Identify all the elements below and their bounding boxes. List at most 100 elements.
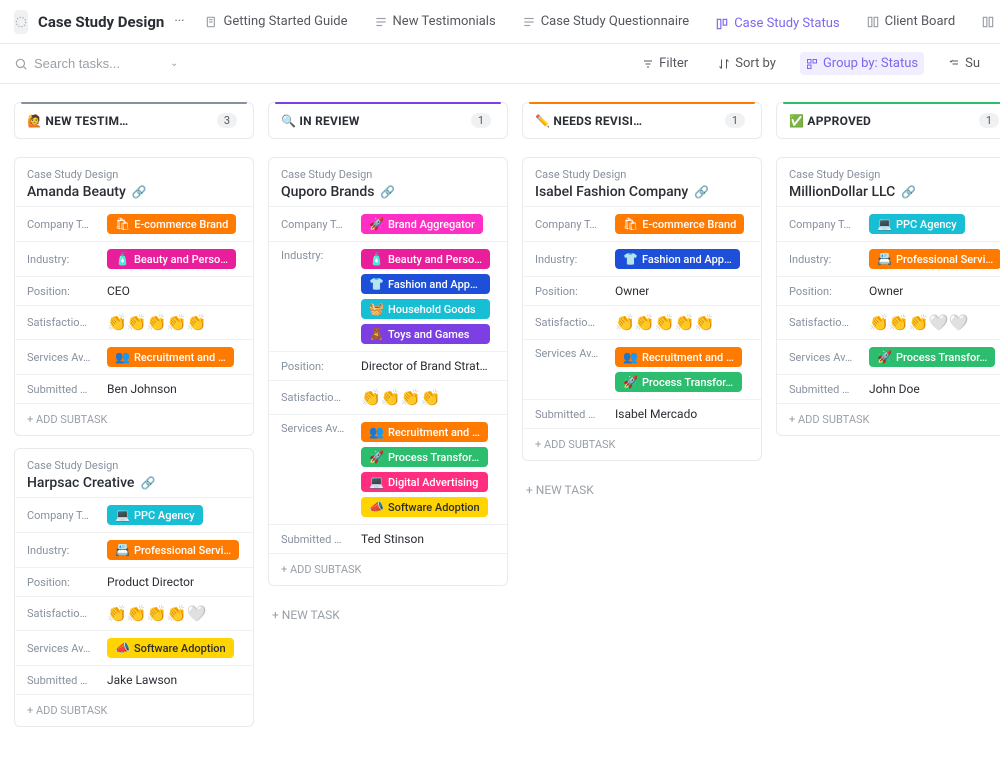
groupby-button[interactable]: Group by: Status <box>800 52 924 75</box>
field-row: Satisfactio…👏👏👏👏 <box>269 380 507 414</box>
tab-board[interactable]: Board <box>977 8 1000 35</box>
field-label: Industry: <box>27 253 97 266</box>
subtasks-button[interactable]: Su <box>942 52 986 75</box>
column-header[interactable]: ✏️ NEEDS REVISI…1 <box>522 102 762 139</box>
tag-recruitment[interactable]: 👥Recruitment and … <box>615 347 742 367</box>
tab-case-study-status[interactable]: Case Study Status <box>711 8 843 44</box>
column-header[interactable]: 🙋 NEW TESTIM…3 <box>14 102 254 139</box>
field-row: Company T… 🚀Brand Aggregator <box>269 206 507 241</box>
field-label: Satisfactio… <box>27 316 97 329</box>
add-subtask-button[interactable]: + ADD SUBTASK <box>523 428 761 460</box>
task-card[interactable]: Case Study DesignIsabel Fashion Company … <box>522 157 762 461</box>
field-value: Director of Brand Strat… <box>361 359 488 373</box>
search-icon <box>14 57 28 71</box>
field-row: Position:CEO <box>15 276 253 305</box>
field-label: Submitted … <box>27 674 97 687</box>
tag-emoji: 🚀 <box>623 375 638 389</box>
tag-process[interactable]: 🚀Process Transfor… <box>615 372 742 392</box>
tag-recruitment[interactable]: 👥Recruitment and … <box>107 347 234 367</box>
tag-process[interactable]: 🚀Process Transfor… <box>361 447 488 467</box>
field-label: Industry: <box>535 253 605 266</box>
tag-emoji: 📣 <box>115 641 130 655</box>
field-label: Company T… <box>789 218 859 231</box>
tag-ppc[interactable]: 💻PPC Agency <box>107 505 203 525</box>
tag-household[interactable]: 🧺Household Goods <box>361 299 490 319</box>
app-icon[interactable] <box>14 10 28 34</box>
field-row: Services Av…🚀Process Transfor… <box>777 339 1000 374</box>
title-more-icon[interactable]: ··· <box>174 14 184 29</box>
tag-recruitment[interactable]: 👥Recruitment and … <box>361 422 488 442</box>
field-label: Satisfactio… <box>281 391 351 404</box>
new-task-button[interactable]: + NEW TASK <box>268 598 508 632</box>
task-card[interactable]: Case Study DesignHarpsac Creative 🔗Compa… <box>14 448 254 727</box>
field-label: Satisfactio… <box>27 607 97 620</box>
add-subtask-button[interactable]: + ADD SUBTASK <box>15 403 253 435</box>
tag-emoji: 👥 <box>623 350 638 364</box>
column-title: 🔍 IN REVIEW <box>281 114 360 128</box>
card-title: Isabel Fashion Company 🔗 <box>535 184 749 200</box>
column: ✏️ NEEDS REVISI…1 Case Study DesignIsabel… <box>522 102 762 507</box>
field-label: Submitted … <box>27 383 97 396</box>
tab-client-board[interactable]: Client Board <box>862 8 960 35</box>
column-header[interactable]: 🔍 IN REVIEW1 <box>268 102 508 139</box>
add-subtask-button[interactable]: + ADD SUBTASK <box>269 553 507 585</box>
satisfaction-rating: 👏👏👏🤍🤍 <box>869 313 969 332</box>
tag-beauty[interactable]: 🧴Beauty and Perso… <box>107 249 236 269</box>
field-row: Industry: 🧴Beauty and Perso… 👕Fashion and … <box>269 241 507 351</box>
tag-software[interactable]: 📣Software Adoption <box>107 638 234 658</box>
sortby-button[interactable]: Sort by <box>712 52 782 75</box>
column-header[interactable]: ✅ APPROVED1 <box>776 102 1000 139</box>
tab-getting-started-guide[interactable]: Getting Started Guide <box>201 8 352 35</box>
tag-ecommerce[interactable]: 🛍E-commerce Brand <box>615 214 744 234</box>
tag-prof_serv[interactable]: 📇Professional Servi… <box>107 540 239 560</box>
search-input[interactable] <box>34 56 164 71</box>
tab-case-study-questionnaire[interactable]: Case Study Questionnaire <box>518 8 694 35</box>
tag-toys[interactable]: 🧸Toys and Games <box>361 324 490 344</box>
field-row: Satisfactio…👏👏👏👏🤍 <box>15 596 253 630</box>
tab-new-testimonials[interactable]: New Testimonials <box>370 8 500 35</box>
task-card[interactable]: Case Study DesignAmanda Beauty 🔗Company … <box>14 157 254 436</box>
task-card[interactable]: Case Study DesignQuporo Brands 🔗Company … <box>268 157 508 586</box>
field-value: CEO <box>107 284 130 298</box>
attachment-icon[interactable]: 🔗 <box>694 185 709 199</box>
tag-prof_serv[interactable]: 📇Professional Servi… <box>869 249 1000 269</box>
new-task-button[interactable]: + NEW TASK <box>522 473 762 507</box>
tag-software[interactable]: 📣Software Adoption <box>361 497 488 517</box>
field-value: Ted Stinson <box>361 532 424 546</box>
attachment-icon[interactable]: 🔗 <box>901 185 916 199</box>
tag-ecommerce[interactable]: 🛍E-commerce Brand <box>107 214 236 234</box>
card-title: Amanda Beauty 🔗 <box>27 184 241 200</box>
task-card[interactable]: Case Study DesignMillionDollar LLC 🔗Comp… <box>776 157 1000 436</box>
field-row: Industry: 🧴Beauty and Perso… <box>15 241 253 276</box>
attachment-icon[interactable]: 🔗 <box>380 185 395 199</box>
field-row: Submitted … Ted Stinson <box>269 524 507 553</box>
tag-emoji: 📇 <box>877 252 892 266</box>
field-label: Industry: <box>281 249 351 262</box>
add-subtask-button[interactable]: + ADD SUBTASK <box>15 694 253 726</box>
tag-emoji: 👕 <box>369 277 384 291</box>
field-value: Owner <box>615 284 649 298</box>
field-label: Company T… <box>535 218 605 231</box>
tag-fashion[interactable]: 👕Fashion and App… <box>615 249 740 269</box>
tag-digital_ad[interactable]: 💻Digital Advertising <box>361 472 488 492</box>
add-subtask-button[interactable]: + ADD SUBTASK <box>777 403 1000 435</box>
field-label: Position: <box>27 576 97 589</box>
field-label: Submitted … <box>281 533 351 546</box>
tab-icon <box>981 15 995 29</box>
field-label: Submitted … <box>535 408 605 421</box>
card-project: Case Study Design <box>27 459 241 472</box>
tag-beauty[interactable]: 🧴Beauty and Perso… <box>361 249 490 269</box>
tag-brand_agg[interactable]: 🚀Brand Aggregator <box>361 214 483 234</box>
tag-emoji: 👥 <box>369 425 384 439</box>
search-input-wrap[interactable]: ⌄ <box>14 56 194 71</box>
field-value: John Doe <box>869 382 920 396</box>
tag-fashion[interactable]: 👕Fashion and App… <box>361 274 490 294</box>
tag-process[interactable]: 🚀Process Transfor… <box>869 347 995 367</box>
attachment-icon[interactable]: 🔗 <box>140 476 155 490</box>
card-title: Harpsac Creative 🔗 <box>27 475 241 491</box>
tag-ppc[interactable]: 💻PPC Agency <box>869 214 965 234</box>
chevron-down-icon[interactable]: ⌄ <box>170 58 178 69</box>
attachment-icon[interactable]: 🔗 <box>132 185 147 199</box>
filter-button[interactable]: Filter <box>636 52 694 75</box>
field-label: Company T… <box>281 218 351 231</box>
